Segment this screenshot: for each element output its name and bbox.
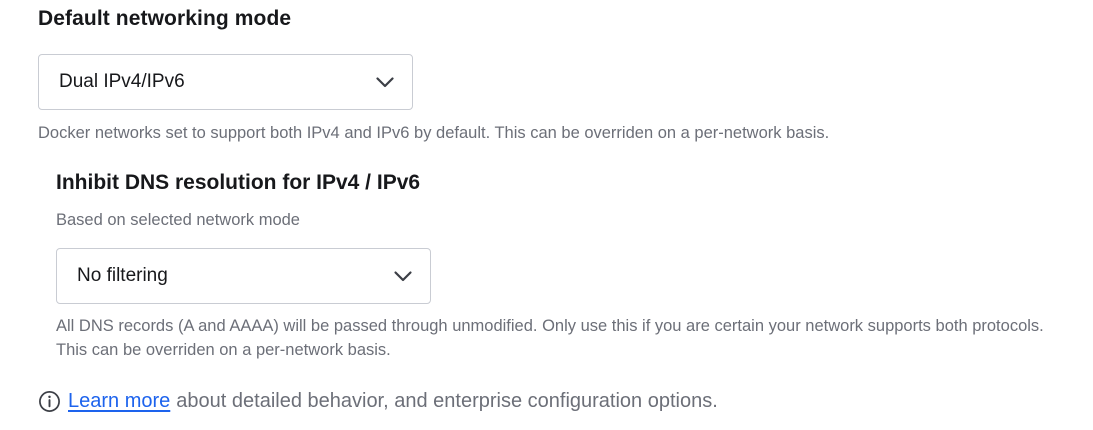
chevron-down-icon bbox=[376, 77, 394, 88]
networking-mode-title: Default networking mode bbox=[38, 7, 292, 30]
dns-filter-select[interactable]: No filtering bbox=[56, 248, 431, 304]
learn-more-link[interactable]: Learn more bbox=[68, 390, 170, 413]
networking-mode-value: Dual IPv4/IPv6 bbox=[59, 71, 185, 92]
info-icon bbox=[39, 390, 60, 412]
dns-filter-help: All DNS records (A and AAAA) will be pas… bbox=[56, 317, 1044, 359]
chevron-down-icon bbox=[394, 271, 412, 282]
networking-mode-help: Docker networks set to support both IPv4… bbox=[38, 124, 830, 142]
networking-mode-select[interactable]: Dual IPv4/IPv6 bbox=[38, 54, 413, 110]
dns-inhibit-description: Based on selected network mode bbox=[56, 211, 300, 229]
learn-more-text: about detailed behavior, and enterprise … bbox=[176, 389, 718, 412]
dns-inhibit-title: Inhibit DNS resolution for IPv4 / IPv6 bbox=[56, 171, 421, 194]
learn-more-row: Learn more about detailed behavior, and … bbox=[38, 387, 718, 415]
dns-filter-value: No filtering bbox=[77, 265, 168, 286]
networking-settings-panel: Default networking mode Dual IPv4/IPv6 D… bbox=[0, 0, 1093, 430]
